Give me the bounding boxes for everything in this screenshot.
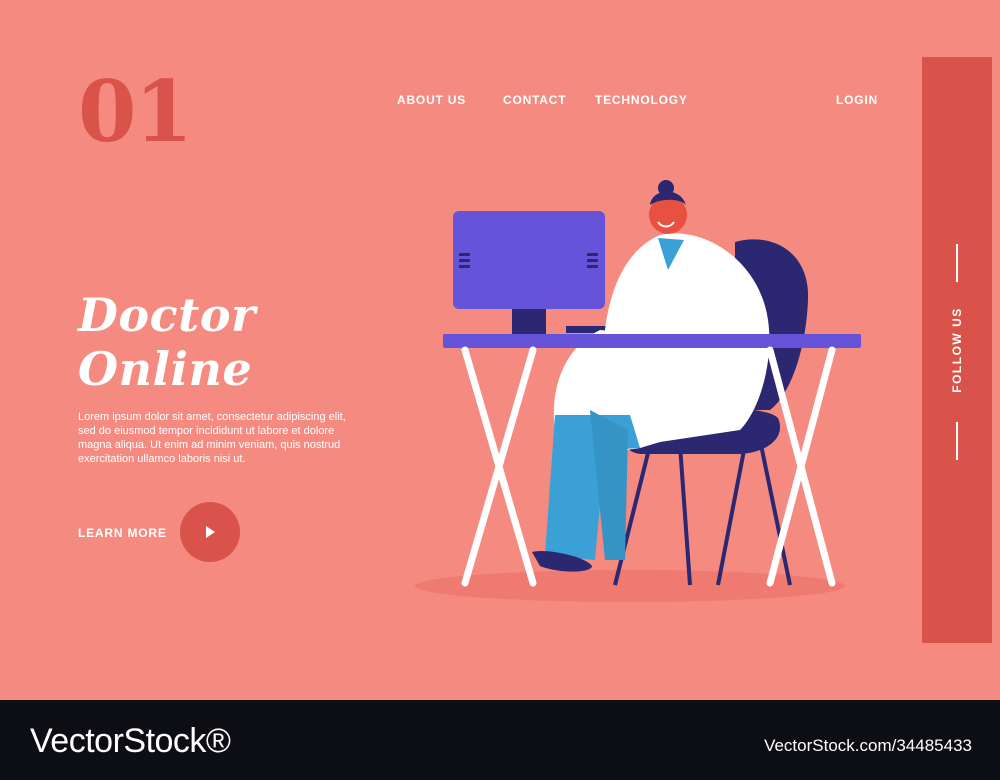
monitor-stand bbox=[512, 309, 546, 335]
watermark-bar: VectorStock® VectorStock.com/34485433 bbox=[0, 700, 1000, 780]
chair-legs bbox=[613, 439, 792, 586]
watermark-brand: VectorStock® bbox=[30, 722, 231, 760]
hair-bun bbox=[658, 180, 674, 196]
doctor-illustration bbox=[415, 180, 861, 602]
watermark-id: VectorStock.com/34485433 bbox=[764, 736, 972, 755]
divider-top bbox=[956, 244, 958, 282]
follow-us-link[interactable]: FOLLOW US bbox=[950, 307, 964, 393]
desk-top bbox=[443, 334, 861, 348]
monitor bbox=[453, 211, 605, 309]
floor-shadow bbox=[415, 570, 845, 602]
landing-page: 01 ABOUT US CONTACT TECHNOLOGY LOGIN Doc… bbox=[0, 0, 1000, 700]
divider-bottom bbox=[956, 422, 958, 460]
